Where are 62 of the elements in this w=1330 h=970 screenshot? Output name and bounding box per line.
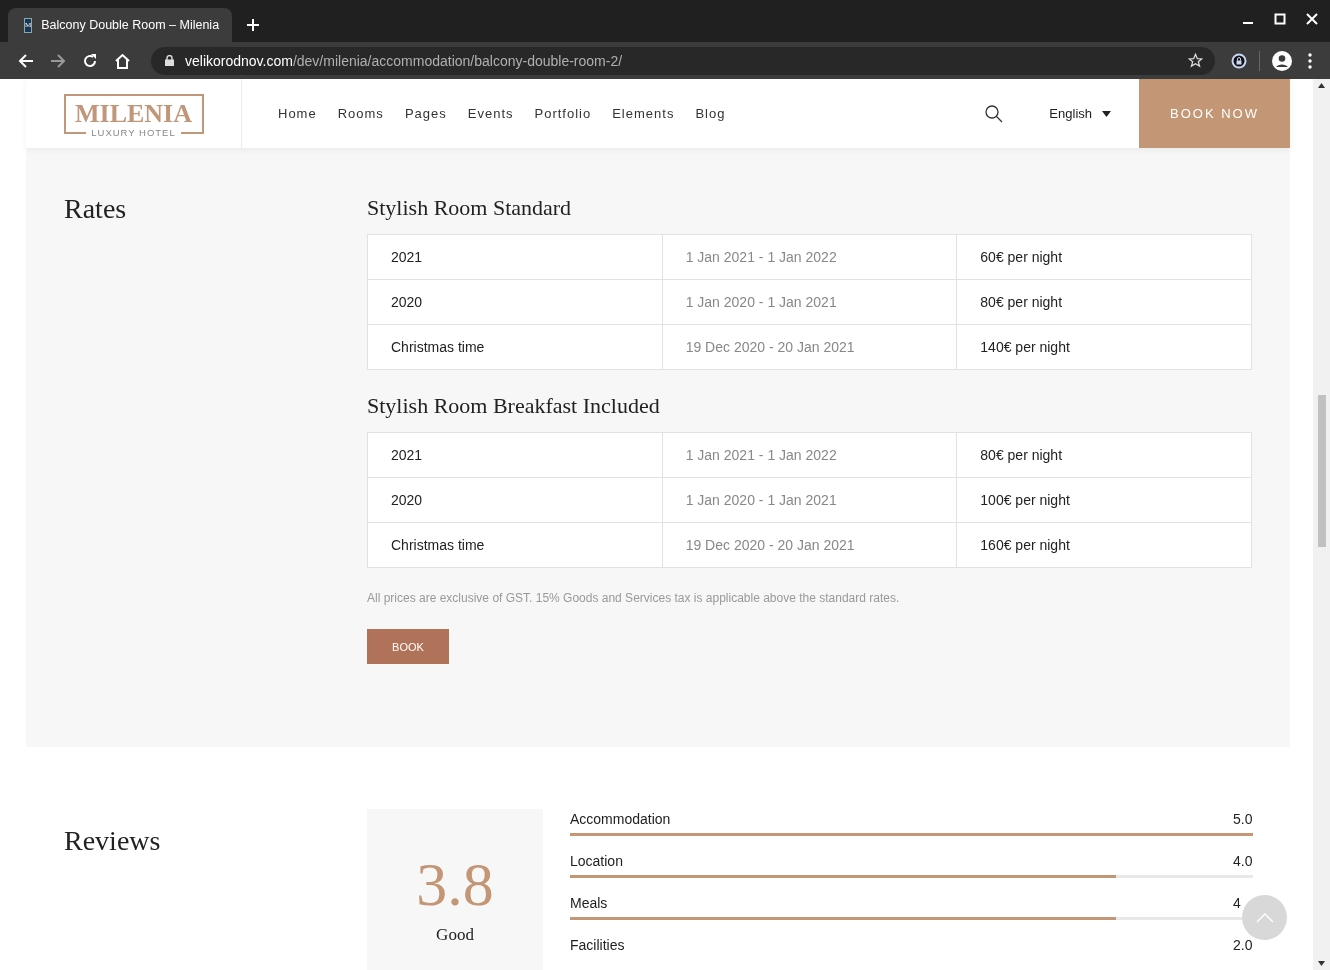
category-score: 4.0 — [1233, 853, 1253, 869]
category-name: Location — [570, 853, 623, 869]
category-name: Accommodation — [570, 811, 671, 827]
note-text: All prices are exclusive of GST. 15% Goods and Services tax is applicable above the standard rates. — [367, 591, 901, 605]
nav-link[interactable]: Home — [278, 106, 317, 121]
back-arrow-icon[interactable] — [18, 52, 34, 69]
plus-icon[interactable] — [246, 18, 260, 32]
tab-title: Balcony Double Room – Milenia — [41, 18, 220, 32]
category-score: 2.0 — [1233, 937, 1253, 953]
table-title: Stylish Room Standard — [367, 195, 573, 221]
score-value: 3.8 — [416, 853, 494, 915]
table-cell: Christmas time — [367, 324, 663, 370]
star-icon[interactable] — [1188, 53, 1203, 68]
table-cell: 19 Dec 2020 - 20 Jan 2021 — [662, 324, 957, 370]
nav-link[interactable]: Elements — [612, 106, 675, 121]
table-cell: 2020 — [367, 477, 663, 523]
caret-icon — [1102, 110, 1111, 117]
language-dropdown[interactable]: English — [1049, 106, 1111, 121]
category-score: 5.0 — [1233, 811, 1253, 827]
home-icon[interactable] — [114, 52, 131, 69]
close-icon[interactable] — [1306, 13, 1318, 25]
maximize-icon[interactable] — [1274, 13, 1286, 25]
table-cell: 60€ per night — [956, 234, 1252, 280]
nav-link[interactable]: Pages — [404, 106, 447, 121]
table-title: Stylish Room Breakfast Included — [367, 393, 661, 419]
table-cell: 2021 — [367, 432, 663, 478]
search-icon[interactable] — [985, 104, 1004, 123]
chevron-up-icon — [1255, 912, 1274, 923]
category-score: 4 — [1233, 895, 1242, 911]
table-cell: 2020 — [367, 279, 663, 325]
table-cell: 160€ per night — [956, 522, 1252, 568]
table-cell: 140€ per night — [956, 324, 1252, 370]
scroll-thumb[interactable] — [1317, 395, 1326, 547]
address-bar[interactable]: velikorodnov.com/dev/milenia/accommodation/balcony-double-room-2/ — [151, 46, 1215, 75]
table-cell: 80€ per night — [956, 279, 1252, 325]
nav-link[interactable]: Rooms — [337, 106, 384, 121]
table-cell: 19 Dec 2020 - 20 Jan 2021 — [662, 522, 957, 568]
lock-icon — [165, 55, 174, 66]
extension-lock-icon[interactable] — [1231, 52, 1247, 69]
scroll-up-icon[interactable] — [1318, 83, 1325, 88]
category-name: Facilities — [570, 937, 625, 953]
nav-link[interactable]: Events — [467, 106, 514, 121]
nav-link[interactable]: Portfolio — [534, 106, 592, 121]
score-label: Good — [436, 925, 474, 945]
table-cell: 1 Jan 2020 - 1 Jan 2021 — [662, 279, 957, 325]
table-cell: 2021 — [367, 234, 663, 280]
section-title: Rates — [64, 193, 128, 226]
table-cell: Christmas time — [367, 522, 663, 568]
reload-icon[interactable] — [82, 52, 98, 69]
menu-icon[interactable] — [1308, 52, 1312, 69]
book-button[interactable]: BOOK — [367, 629, 449, 664]
table-cell: 1 Jan 2020 - 1 Jan 2021 — [662, 477, 957, 523]
table-cell: 80€ per night — [956, 432, 1252, 478]
table-cell: 1 Jan 2021 - 1 Jan 2022 — [662, 432, 957, 478]
section-title: Reviews — [64, 825, 162, 858]
scroll-down-icon[interactable] — [1318, 961, 1325, 966]
table-cell: 100€ per night — [956, 477, 1252, 523]
account-icon[interactable] — [1272, 50, 1292, 71]
table-cell: 1 Jan 2021 - 1 Jan 2022 — [662, 234, 957, 280]
forward-arrow-icon[interactable] — [50, 52, 66, 69]
category-name: Meals — [570, 895, 608, 911]
nav-link[interactable]: Blog — [695, 106, 726, 121]
